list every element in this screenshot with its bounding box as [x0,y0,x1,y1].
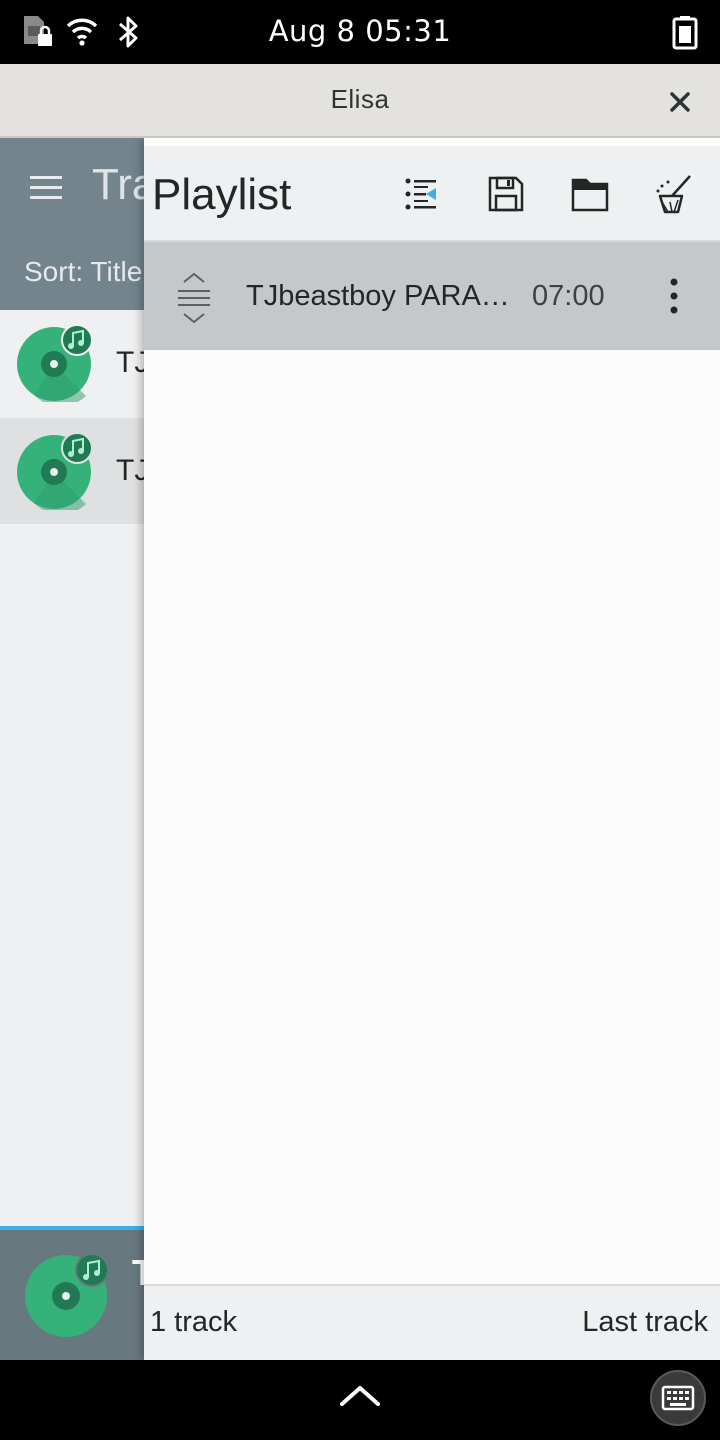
chevron-up-icon [340,1386,380,1406]
tracks-header: Tracks Sort: Title [0,138,222,310]
playlist-track-duration: 07:00 [532,280,605,312]
title-bar: Elisa [0,64,720,138]
save-playlist-button[interactable] [484,172,528,216]
navigation-bar [0,1360,720,1440]
hamburger-menu-button[interactable] [28,172,64,202]
now-playing-bar[interactable]: T [0,1226,160,1360]
keyboard-icon [661,1385,695,1411]
status-bar: Aug 8 05:31 [0,0,720,64]
clear-playlist-button[interactable] [652,172,696,216]
track-position-label: Last track [582,1306,708,1338]
playlist-header: Playlist [144,146,720,242]
drag-handle-icon [178,272,210,324]
sort-label[interactable]: Sort: Title [24,256,142,288]
save-playlist-icon [488,176,524,212]
clear-playlist-icon [656,175,691,214]
playlist-footer: 1 track Last track [144,1284,720,1360]
window-title: Elisa [330,84,390,114]
close-icon [670,92,690,112]
show-overview-button[interactable] [336,1376,384,1416]
track-list-item[interactable]: TJ [0,418,160,524]
playlist-track-title: TJbeastboy PARA… [246,280,510,312]
now-playing-disc-icon [24,1250,112,1342]
open-playlist-icon [571,178,609,212]
open-playlist-button[interactable] [568,172,612,216]
playlist-track-row[interactable]: TJbeastboy PARA… 07:00 [144,242,720,350]
kebab-menu-icon [670,278,678,314]
track-list-item[interactable]: TJ [0,310,160,416]
app-area: Tracks Sort: Title TJ [0,138,720,1360]
close-button[interactable] [660,82,700,122]
album-disc-icon [16,432,94,515]
show-current-track-icon [405,178,436,210]
playlist-title: Playlist [152,170,292,219]
track-count: 1 track [150,1306,238,1338]
status-clock: Aug 8 05:31 [268,14,452,48]
drag-handle[interactable] [174,270,214,326]
battery-icon [670,14,700,54]
show-current-track-button[interactable] [400,172,444,216]
hamburger-icon [30,176,62,199]
keyboard-toggle-button[interactable] [650,1370,706,1426]
album-disc-icon [16,324,94,407]
playlist-drawer: Playlist TJbeastboy PARA… 07:00 1 track … [144,138,720,1360]
track-options-button[interactable] [660,276,688,316]
